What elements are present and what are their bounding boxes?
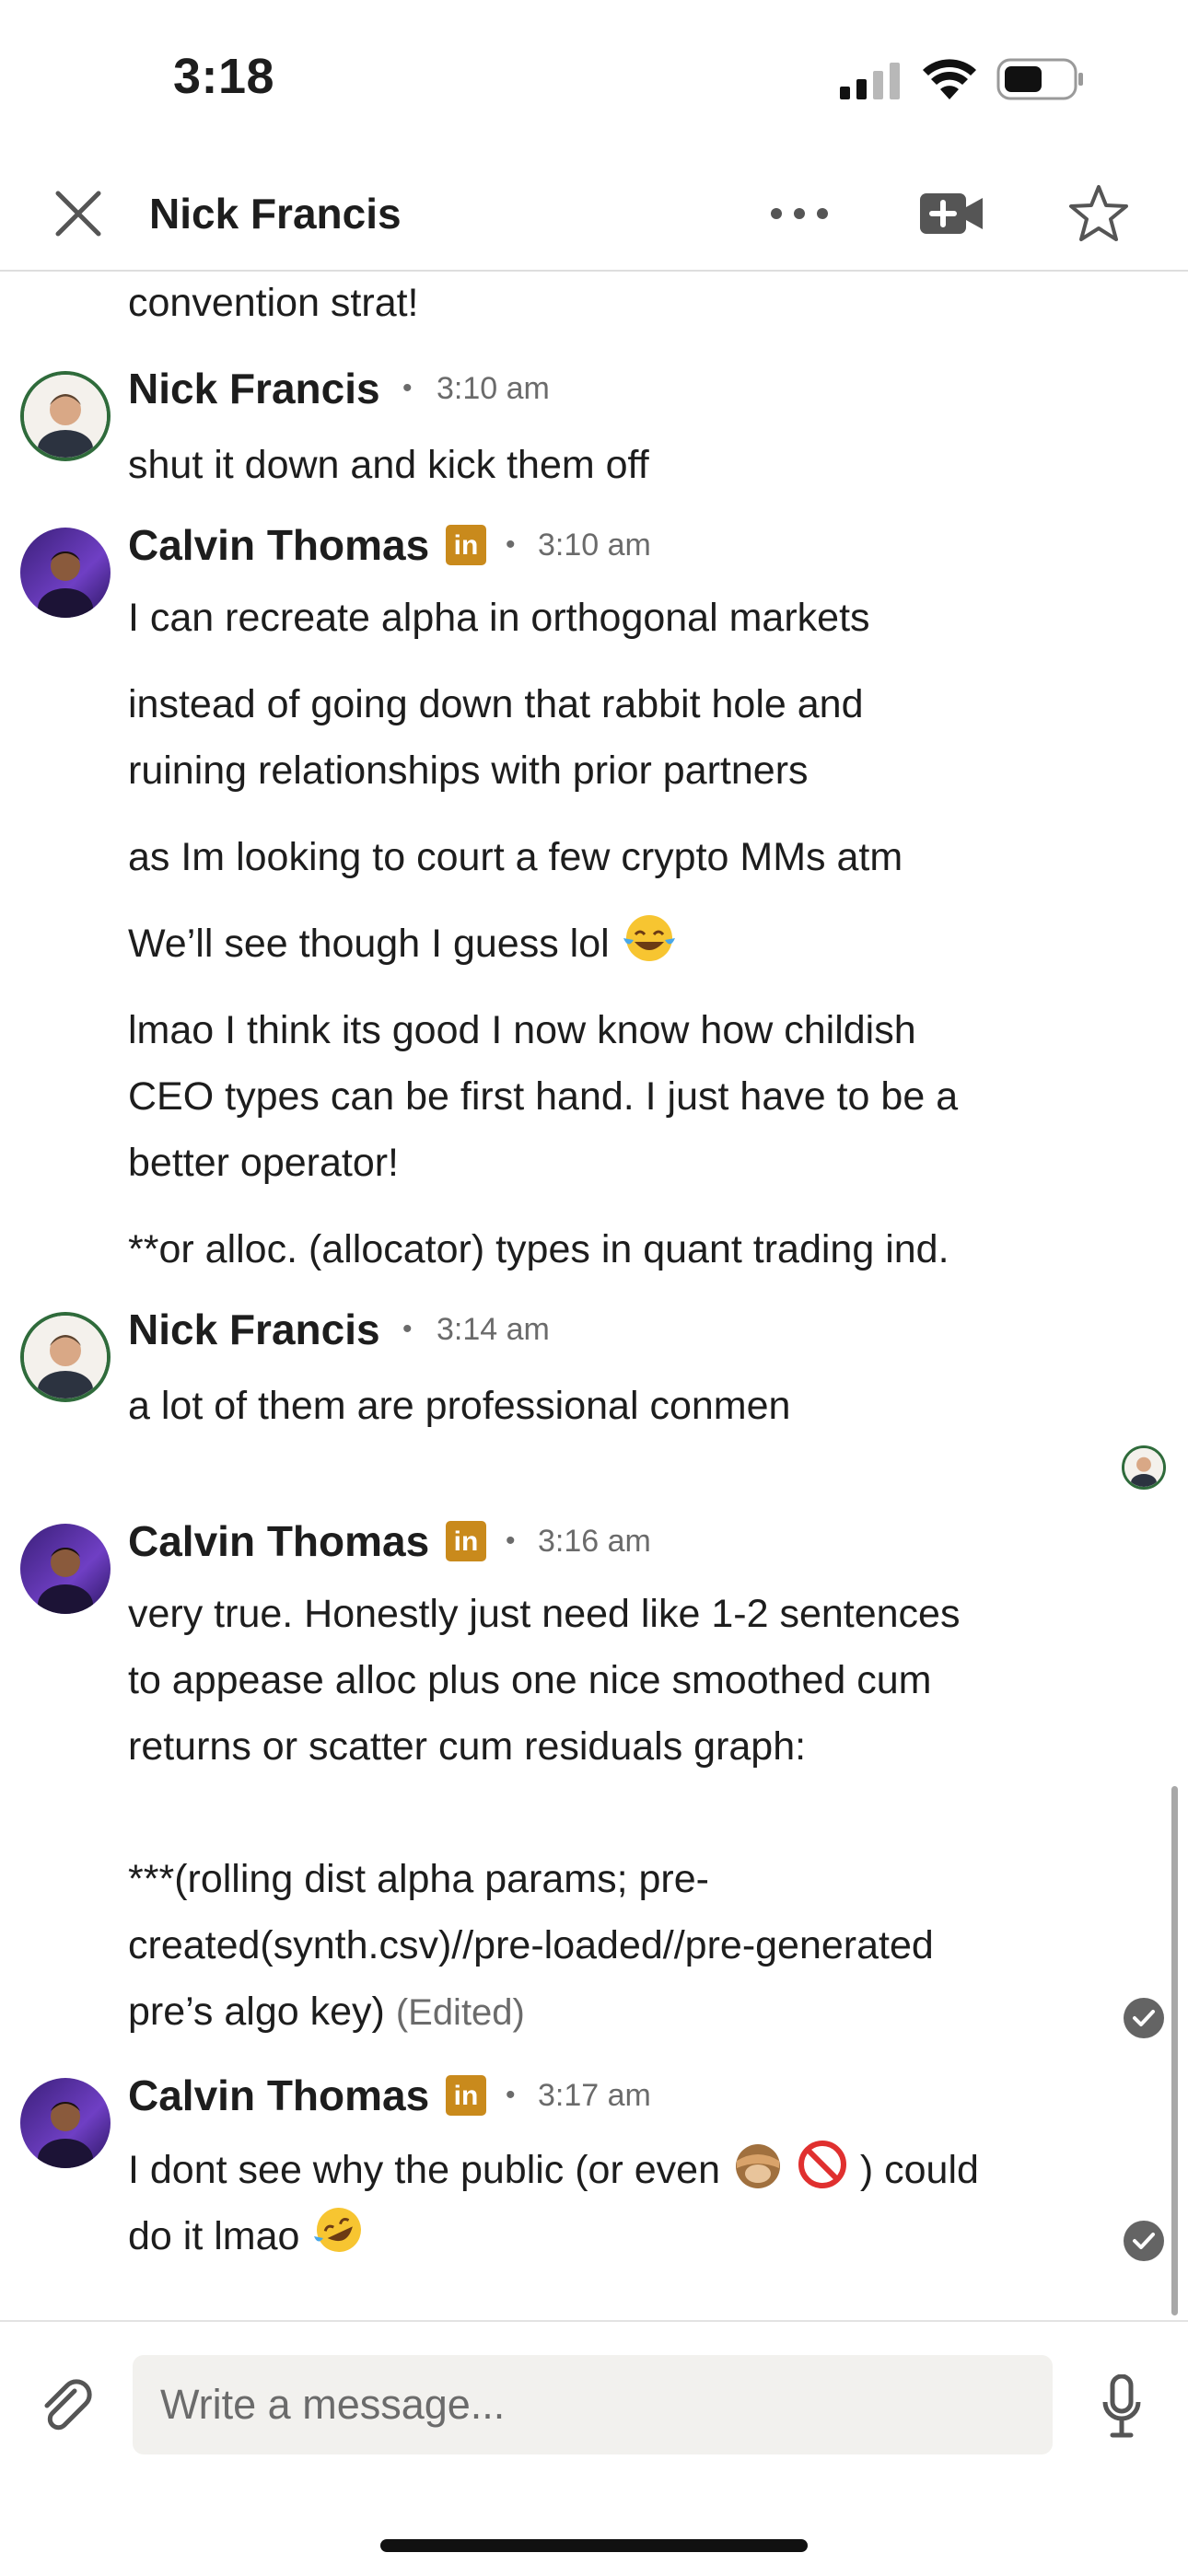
avatar-nick-francis[interactable] [20, 1312, 111, 1402]
message-text: ***(rolling dist alpha params; pre- [128, 1857, 709, 1901]
profile-photo-icon [24, 375, 107, 458]
message-timestamp: 3:10 am [437, 371, 550, 406]
star-button[interactable] [1061, 180, 1136, 248]
read-check-icon [1124, 1998, 1164, 2038]
separator-dot: • [402, 373, 413, 403]
message-timestamp: 3:10 am [538, 528, 651, 563]
avatar-calvin-thomas[interactable] [20, 2078, 111, 2168]
conversation-title[interactable]: Nick Francis [149, 181, 402, 246]
message-text: very true. Honestly just need like 1-2 s… [128, 1592, 961, 1636]
message-text: I dont see why the public (or even ) cou… [128, 2137, 979, 2203]
more-icon [771, 208, 828, 219]
home-indicator[interactable] [380, 2539, 808, 2552]
mic-icon [1102, 2374, 1141, 2438]
profile-photo-icon [38, 2102, 93, 2168]
message-text: convention strat! [128, 281, 419, 325]
message-timestamp: 3:17 am [538, 2078, 651, 2113]
separator-dot: • [506, 529, 516, 560]
message-text: ruining relationships with prior partner… [128, 748, 809, 793]
conversation-header: Nick Francis [0, 161, 1188, 272]
message-text-span: We’ll see though I guess lol [128, 922, 610, 966]
sender-name[interactable]: Nick Francis [128, 359, 380, 418]
edited-label: (Edited) [395, 1992, 525, 2033]
message-text-span: pre’s algo key) [128, 1990, 385, 2034]
avatar-calvin-thomas[interactable] [20, 1524, 111, 1614]
star-icon [1069, 185, 1128, 241]
message-text: lmao I think its good I now know how chi… [128, 1008, 916, 1052]
separator-dot: • [506, 1526, 516, 1556]
voice-message-button[interactable] [1090, 2372, 1153, 2442]
message-text: do it lmao [128, 2203, 367, 2269]
message-composer [0, 2320, 1188, 2576]
message-text: as Im looking to court a few crypto MMs … [128, 835, 903, 879]
message-text-span: do it lmao [128, 2214, 300, 2258]
message-text: a lot of them are professional conmen [128, 1384, 791, 1428]
message-text: to appease alloc plus one nice smoothed … [128, 1658, 932, 1702]
tears-of-joy-emoji [623, 915, 675, 961]
message-timestamp: 3:14 am [437, 1312, 550, 1347]
rofl-emoji [314, 2208, 362, 2252]
profile-photo-icon [1124, 1448, 1163, 1487]
close-button[interactable] [46, 181, 111, 246]
profile-photo-icon [24, 1316, 107, 1398]
message-text: pre’s algo key) (Edited) [128, 1978, 525, 2046]
separator-dot: • [402, 1314, 413, 1344]
read-check-icon [1124, 2221, 1164, 2261]
message-text: created(synth.csv)//pre-loaded//pre-gene… [128, 1923, 934, 1967]
cellular-signal-icon [840, 63, 900, 99]
more-options-button[interactable] [761, 181, 838, 246]
message-text-span: I dont see why the public (or even [128, 2148, 720, 2192]
status-time: 3:18 [173, 49, 275, 104]
profile-photo-icon [38, 551, 93, 618]
video-call-button[interactable] [910, 181, 993, 246]
avatar-nick-francis[interactable] [20, 371, 111, 461]
message-text: **or alloc. (allocator) types in quant t… [128, 1227, 949, 1271]
see-no-evil-monkey-emoji [735, 2144, 780, 2188]
attach-button[interactable] [33, 2373, 101, 2442]
read-receipt-avatar [1122, 1445, 1166, 1490]
linkedin-icon: in [446, 525, 486, 565]
message-text: shut it down and kick them off [128, 443, 649, 487]
message-thread[interactable]: convention strat! Nick Francis • 3:10 am… [0, 272, 1188, 2320]
message-text: I can recreate alpha in orthogonal marke… [128, 596, 870, 640]
scrollbar[interactable] [1171, 1786, 1178, 2315]
linkedin-icon: in [446, 2075, 486, 2116]
attach-icon [44, 2379, 92, 2431]
sender-name[interactable]: Nick Francis [128, 1300, 380, 1359]
message-text: CEO types can be first hand. I just have… [128, 1074, 959, 1119]
prohibited-emoji [798, 2141, 846, 2188]
sender-name[interactable]: Calvin Thomas [128, 516, 429, 574]
message-input[interactable] [133, 2355, 1053, 2454]
linkedin-icon: in [446, 1521, 486, 1561]
close-icon [55, 191, 101, 237]
message-text: instead of going down that rabbit hole a… [128, 682, 864, 726]
message-timestamp: 3:16 am [538, 1524, 651, 1559]
message-text-span: ) could [859, 2148, 979, 2192]
profile-photo-icon [38, 1548, 93, 1614]
battery-icon [996, 58, 1083, 100]
sender-name[interactable]: Calvin Thomas [128, 1512, 429, 1571]
separator-dot: • [506, 2080, 516, 2110]
message-text: We’ll see though I guess lol [128, 911, 678, 977]
sender-name[interactable]: Calvin Thomas [128, 2066, 429, 2125]
video-call-icon [920, 193, 983, 234]
avatar-calvin-thomas[interactable] [20, 528, 111, 618]
message-text: returns or scatter cum residuals graph: [128, 1724, 807, 1769]
status-bar: 3:18 [0, 0, 1188, 161]
wifi-icon [923, 59, 976, 99]
message-text: better operator! [128, 1141, 400, 1185]
